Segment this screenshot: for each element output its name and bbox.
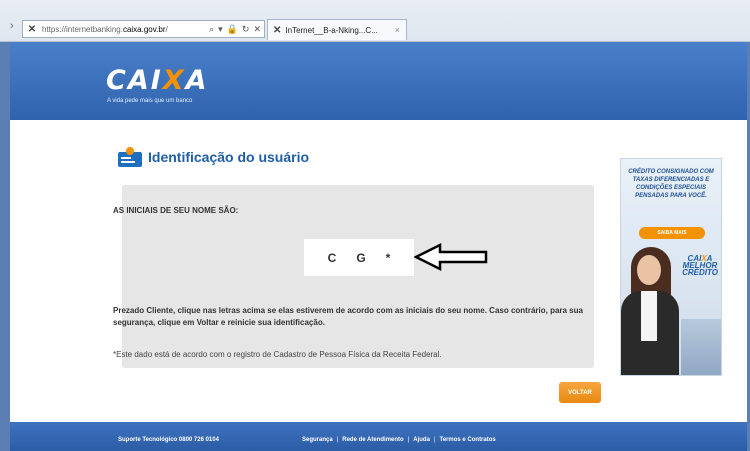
tab-close-icon[interactable]: × xyxy=(395,25,400,35)
initials-label: AS INICIAIS DE SEU NOME SÃO: xyxy=(113,206,239,215)
footer-link-ajuda[interactable]: Ajuda xyxy=(413,437,430,443)
ad-logo-sub2: CRÉDITO xyxy=(682,268,718,277)
site-favicon-icon: ✕ xyxy=(27,23,37,35)
footer-support: Suporte Tecnológico 0800 726 0104 xyxy=(118,437,219,443)
search-icon[interactable]: ⌕ xyxy=(209,24,214,35)
tab-favicon-icon: ✕ xyxy=(273,24,282,36)
footer-links: Segurança | Rede de Atendimento | Ajuda … xyxy=(302,437,496,443)
logo-tagline: A vida pede mais que um banco xyxy=(107,98,193,104)
footer-link-rede[interactable]: Rede de Atendimento xyxy=(342,437,403,443)
initial-letter[interactable]: C xyxy=(328,251,337,265)
lock-icon[interactable]: 🔒 xyxy=(227,24,238,35)
refresh-icon[interactable]: ↻ xyxy=(242,24,250,35)
caixa-logo[interactable]: CAIXA xyxy=(106,65,209,96)
voltar-button[interactable]: VOLTAR xyxy=(559,382,601,403)
address-controls: ⌕ ▾ 🔒 ↻ ✕ xyxy=(209,24,264,35)
initials-box[interactable]: C G * xyxy=(304,239,414,276)
dropdown-icon[interactable]: ▾ xyxy=(218,24,223,35)
ad-caixa-logo: CAIXA MELHOR CRÉDITO xyxy=(679,255,721,277)
page-title: Identificação do usuário xyxy=(148,149,310,165)
window-frame-left xyxy=(0,0,10,451)
left-arrow-icon xyxy=(414,242,488,272)
initial-letter[interactable]: * xyxy=(386,251,391,265)
initial-letter[interactable]: G xyxy=(356,251,365,265)
address-url[interactable]: https://internetbanking.caixa.gov.br/ xyxy=(42,25,209,34)
user-id-icon xyxy=(118,147,142,167)
address-bar[interactable]: ✕ https://internetbanking.caixa.gov.br/ … xyxy=(22,20,265,38)
browser-tab[interactable]: ✕ InTernet__B-a-Nking...C... × xyxy=(267,19,407,40)
footer-link-seguranca[interactable]: Segurança xyxy=(302,437,333,443)
saiba-mais-button[interactable]: SAIBA MAIS xyxy=(639,227,705,239)
ad-headline: CRÉDITO CONSIGNADO COM TAXAS DIFERENCIAD… xyxy=(628,169,714,199)
stop-icon[interactable]: ✕ xyxy=(253,24,261,35)
instructions-text: Prezado Cliente, clique nas letras acima… xyxy=(113,306,583,327)
credit-ad-banner[interactable]: CRÉDITO CONSIGNADO COM TAXAS DIFERENCIAD… xyxy=(620,158,722,376)
tab-title: InTernet__B-a-Nking...C... xyxy=(285,25,378,35)
back-button[interactable]: › xyxy=(10,20,20,34)
page-heading: Identificação do usuário xyxy=(118,147,309,167)
building-image xyxy=(681,319,721,375)
footer-link-termos[interactable]: Termos e Contratos xyxy=(440,437,496,443)
cpf-note: *Este dado está de acordo com o registro… xyxy=(113,350,442,359)
